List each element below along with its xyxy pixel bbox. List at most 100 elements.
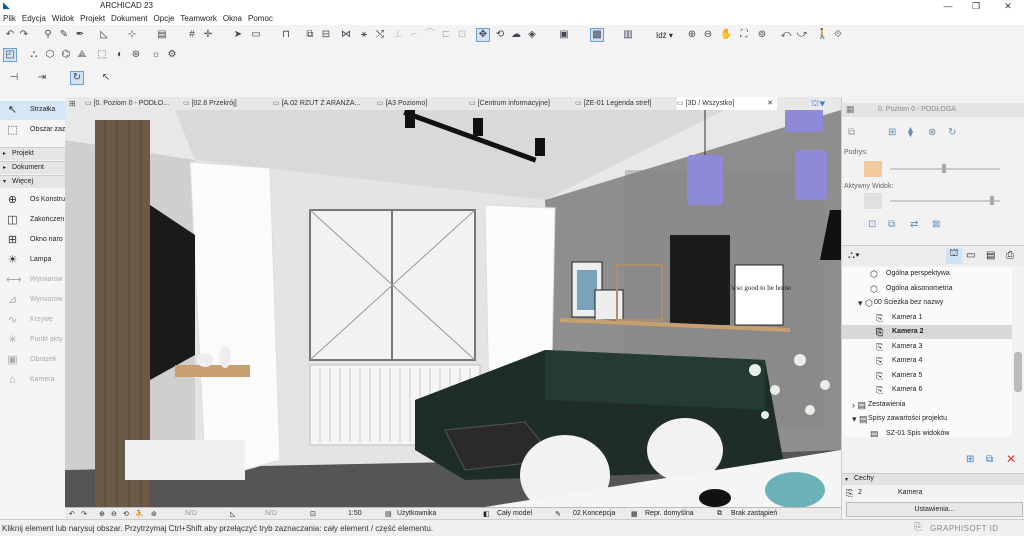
3d-viewport[interactable]: it's so good to be home: [65, 110, 841, 507]
camera-tool[interactable]: ⌂ Kamera: [0, 371, 65, 390]
tab-0[interactable]: ▭ [0. Poziom 0 - PODŁO...: [85, 97, 181, 110]
hotspot-tool[interactable]: ✳ Punkt akty: [0, 331, 65, 350]
active-view-swatch[interactable]: [864, 193, 882, 209]
redo-view-icon[interactable]: ↷: [81, 510, 87, 518]
section-więcej[interactable]: ▾ Więcej: [0, 175, 65, 188]
sun-icon[interactable]: ☼: [150, 49, 162, 61]
fillet-icon[interactable]: ⌐: [408, 29, 420, 41]
layer-combo[interactable]: Użytkownika: [397, 510, 436, 517]
syringe-icon[interactable]: ✒: [74, 29, 86, 41]
tree-scrollbar[interactable]: [1014, 352, 1022, 392]
arrow-tool[interactable]: ↖ Strzałka: [0, 101, 65, 120]
info-box-icon[interactable]: ⊣: [8, 72, 20, 84]
tree-item[interactable]: ⎘ Kamera 5: [842, 369, 1012, 383]
menu-opcje[interactable]: Opcje: [151, 14, 178, 23]
menu-projekt[interactable]: Projekt: [77, 14, 108, 23]
graphisoft-id-icon[interactable]: ⎘: [914, 522, 922, 533]
menu-dokument[interactable]: Dokument: [108, 14, 150, 23]
undo-view-icon[interactable]: ↶: [69, 510, 75, 518]
offset-icon[interactable]: ⊏: [440, 29, 452, 41]
marquee-3d-icon[interactable]: ⬚: [96, 49, 108, 61]
undo-icon[interactable]: ↶: [4, 29, 16, 41]
layout-book-icon[interactable]: ▤: [986, 250, 995, 261]
menu-teamwork[interactable]: Teamwork: [177, 14, 219, 23]
orbit-icon[interactable]: ⟲: [494, 29, 506, 41]
copy-icon[interactable]: ⧉: [848, 127, 855, 138]
snap-guides-icon[interactable]: ◺: [98, 29, 110, 41]
contour-icon[interactable]: ⊛: [130, 49, 142, 61]
zoom-view-icon[interactable]: ⊖: [111, 510, 117, 518]
adjust-icon[interactable]: ⤭: [374, 29, 386, 41]
curve-tool[interactable]: ∿ Krzywe: [0, 311, 65, 330]
tab-3[interactable]: ▭ [A3 Poziomo]: [377, 97, 467, 110]
model-view-combo[interactable]: Cały model: [497, 510, 532, 517]
gridline-tool[interactable]: ⊕ Oś Konstru: [0, 191, 65, 210]
link-icon[interactable]: ⊗: [928, 127, 936, 138]
layout-icon[interactable]: ▥: [622, 29, 634, 41]
pen-set-combo[interactable]: 02 Koncepcja: [573, 510, 615, 517]
tree-item[interactable]: ▾ ⬡ 00 Ścieżka bez nazwy: [842, 296, 1012, 310]
tree-item[interactable]: › ▤ Zestawienia: [842, 398, 1012, 412]
eyedropper-icon[interactable]: ✎: [58, 29, 70, 41]
close-button[interactable]: ✕: [994, 0, 1022, 12]
tree-item[interactable]: ▤ SZ-01 Spis widoków: [842, 427, 1012, 438]
refresh-icon[interactable]: ↻: [948, 127, 956, 138]
tab-1[interactable]: ▭ [02.8 Przekrój]: [183, 97, 271, 110]
zoom-options-icon[interactable]: ⊚: [756, 29, 768, 41]
figure-tool[interactable]: ▣ Obrazek: [0, 351, 65, 370]
repr-combo[interactable]: Repr. domyślna: [645, 510, 694, 517]
tab-6[interactable]: ▭ [3D / Wszystko] ✕: [677, 97, 777, 110]
section-projekt[interactable]: ▸ Projekt: [0, 147, 65, 160]
perspective-icon[interactable]: ⛬: [28, 49, 40, 61]
trace-swatch[interactable]: [864, 161, 882, 177]
3d-select-icon[interactable]: ✥: [476, 28, 490, 42]
tree-item[interactable]: ⎘ Kamera 1: [842, 311, 1012, 325]
zoom-out-icon[interactable]: ⊖: [702, 29, 714, 41]
zoom-next-icon[interactable]: ⤻: [796, 29, 808, 41]
style-icon[interactable]: ⚙: [166, 49, 178, 61]
3d-window-icon[interactable]: ▩: [590, 28, 604, 42]
trace-slider-thumb[interactable]: [942, 164, 946, 173]
gravity-icon[interactable]: ✛: [202, 29, 214, 41]
trace-reference-icon[interactable]: ⊡: [868, 219, 876, 230]
navigator-menu-icon[interactable]: ⛬▾: [848, 250, 860, 261]
orbit-view-icon[interactable]: ⟲: [123, 510, 129, 518]
rectangle-icon[interactable]: ▭: [250, 29, 262, 41]
marquee-tool[interactable]: ⬚ Obszar zaz: [0, 121, 65, 140]
menu-plik[interactable]: Plik: [0, 14, 19, 23]
zoom-previous-icon[interactable]: ⤺: [780, 29, 792, 41]
menu-widok[interactable]: Widok: [49, 14, 77, 23]
tree-item[interactable]: ⬡ Ogólna aksonometria: [842, 282, 1012, 296]
pointer-icon[interactable]: ➤: [232, 29, 244, 41]
override-combo[interactable]: Brak zastąpień: [731, 510, 777, 517]
shadow-icon[interactable]: ◐: [114, 49, 126, 61]
new-view-icon[interactable]: ⊞: [888, 127, 896, 138]
menu-pomoc[interactable]: Pomoc: [245, 14, 276, 23]
zoom-level-icon[interactable]: ⊚: [151, 510, 157, 518]
render-icon[interactable]: ◈: [526, 29, 538, 41]
suspend-group-icon[interactable]: ⊟: [320, 29, 332, 41]
tab-4[interactable]: ▭ [Centrum informacyjne]: [469, 97, 573, 110]
rotate-icon[interactable]: ↻: [70, 71, 84, 85]
view-map-icon[interactable]: ▭: [966, 250, 975, 261]
tab-2[interactable]: ▭ [A.02 RZUT Z ARANŻA...: [273, 97, 375, 110]
cursor-icon[interactable]: ↖: [100, 72, 112, 84]
filter-icon[interactable]: ⌬: [60, 49, 72, 61]
delete-icon[interactable]: ✕: [1006, 452, 1016, 466]
tree-item[interactable]: ⬡ Ogólna perspektywa: [842, 267, 1012, 281]
menu-okna[interactable]: Okna: [220, 14, 245, 23]
dimension-tool[interactable]: ⟷ Wymiarow: [0, 271, 65, 290]
tree-item[interactable]: ▾ ▤ Spisy zawartości projektu: [842, 412, 1012, 426]
tree-item[interactable]: ⎘ Kamera 4: [842, 354, 1012, 368]
minimize-button[interactable]: —: [934, 0, 962, 12]
graphisoft-id-label[interactable]: GRAPHISOFT ID: [930, 524, 999, 533]
endcap-tool[interactable]: ◫ Zakończen: [0, 211, 65, 230]
active-view-slider-thumb[interactable]: [990, 196, 994, 205]
layers-icon[interactable]: ▤: [156, 29, 168, 41]
cloud-icon[interactable]: ☁: [510, 29, 522, 41]
walk-icon[interactable]: 🚶: [816, 29, 828, 41]
view-switch-icon[interactable]: ⛫▾: [811, 98, 825, 110]
explore-icon[interactable]: ⟐: [832, 29, 844, 41]
group-icon[interactable]: ⧉: [304, 29, 316, 41]
tree-item[interactable]: ⎘ Kamera 2: [842, 325, 1012, 339]
